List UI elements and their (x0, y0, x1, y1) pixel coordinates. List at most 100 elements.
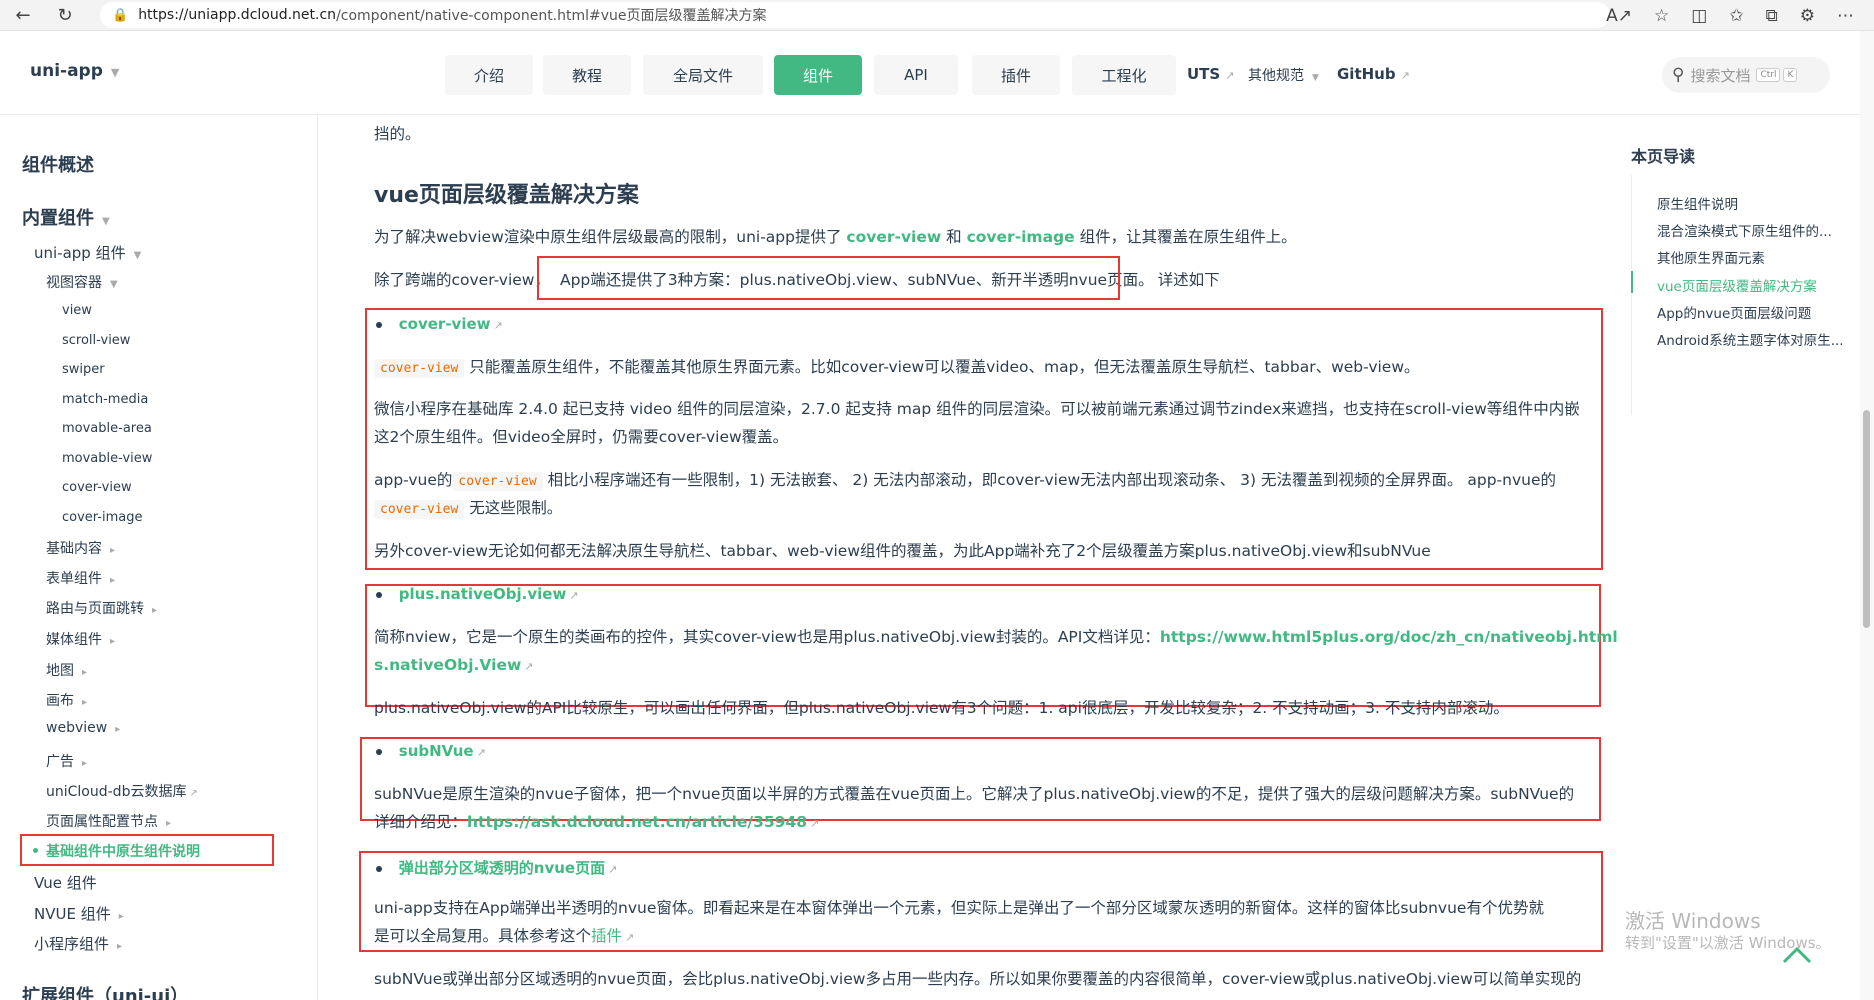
address-bar[interactable]: 🔒 https://uniapp.dcloud.net.cn/component… (100, 2, 1610, 28)
sidebar-item-unicloud-db[interactable]: uniCloud-db云数据库 ↗ (46, 781, 198, 801)
toc-item-active[interactable]: vue页面层级覆盖解决方案 (1657, 275, 1817, 295)
sidebar-item-native-component-notes[interactable]: 基础组件中原生组件说明 (33, 841, 200, 861)
sidebar-item-webview[interactable]: webview ▸ (46, 720, 120, 736)
plugin-link[interactable]: 插件 (591, 927, 622, 945)
favorite-star-icon[interactable]: ☆ (1654, 6, 1669, 26)
sidebar-item-movable-view[interactable]: movable-view (62, 451, 152, 466)
nav-tab-components[interactable]: 组件 (774, 55, 862, 95)
nav-link-other-specs[interactable]: 其他规范 ▼ (1248, 65, 1319, 85)
nav-tab-intro[interactable]: 介绍 (445, 55, 533, 95)
sidebar-item-form[interactable]: 表单组件 ▸ (46, 568, 115, 588)
nav-tab-tutorial[interactable]: 教程 (543, 55, 631, 95)
cover-image-link[interactable]: cover-image (967, 228, 1075, 246)
sidebar-item-swiper[interactable]: swiper (62, 362, 105, 377)
list-item: cover-view ↗ (376, 315, 503, 333)
read-aloud-icon[interactable]: A↗ (1606, 6, 1632, 26)
cover-view-link[interactable]: cover-view (846, 228, 941, 246)
subnvue-link[interactable]: subNVue (399, 742, 474, 760)
sidebar-item-ad[interactable]: 广告 ▸ (46, 751, 87, 771)
site-header: uni-app ▼ 介绍 教程 全局文件 组件 API 插件 工程化 UTS ↗ 其… (0, 31, 1860, 115)
sidebar: 组件概述 内置组件 ▼ uni-app 组件 ▼ 视图容器 ▼ view scroll… (0, 115, 318, 1000)
toc-item[interactable]: 其他原生界面元素 (1657, 247, 1765, 267)
search-input[interactable]: ⚲ 搜索文档 Ctrl K (1662, 57, 1830, 93)
sidebar-item-movable-area[interactable]: movable-area (62, 421, 152, 436)
text: 只能覆盖原生组件，不能覆盖其他原生界面元素。比如cover-view可以覆盖vi… (469, 358, 1420, 376)
text: 除了跨端的cover-view， (374, 271, 550, 289)
sidebar-item-mp-components[interactable]: 小程序组件 ▸ (34, 933, 122, 954)
sidebar-item-cover-image[interactable]: cover-image (62, 510, 143, 525)
cover-view-link[interactable]: cover-view (399, 315, 491, 333)
subnvue-article-link[interactable]: https://ask.dcloud.net.cn/article/35948 (467, 813, 807, 831)
paragraph: plus.nativeObj.view的API比较原生，可以画出任何界面，但pl… (374, 699, 1509, 717)
sidebar-item-media[interactable]: 媒体组件 ▸ (46, 629, 115, 649)
html5plus-doc-link[interactable]: s.nativeObj.View (374, 656, 521, 674)
sidebar-item-uniapp-components[interactable]: uni-app 组件 ▼ (34, 242, 141, 263)
sidebar-item-nvue-components[interactable]: NVUE 组件 ▸ (34, 903, 124, 924)
inline-code: cover-view (452, 472, 543, 491)
chevron-down-icon: ▼ (110, 66, 120, 79)
sidebar-item-vue-components[interactable]: Vue 组件 (34, 872, 97, 893)
favorites-icon[interactable]: ✩ (1729, 6, 1743, 26)
chevron-right-icon: ▸ (117, 941, 123, 952)
chevron-down-icon: ▼ (133, 250, 142, 261)
toc-title: 本页导读 (1631, 147, 1696, 166)
sidebar-label: 媒体组件 (46, 632, 102, 648)
sidebar-item-basic-content[interactable]: 基础内容 ▸ (46, 538, 115, 558)
scrollbar-thumb[interactable] (1863, 410, 1870, 628)
html5plus-doc-link[interactable]: https://www.html5plus.org/doc/zh_cn/nati… (1160, 628, 1619, 646)
back-arrow-icon[interactable]: ← (8, 0, 38, 30)
chevron-down-icon: ▼ (110, 279, 118, 290)
paragraph-line: app-vue的 cover-view 相比小程序端还有一些限制，1) 无法嵌套、… (374, 466, 1556, 496)
sidebar-item-canvas[interactable]: 画布 ▸ (46, 690, 87, 710)
section-heading: vue页面层级覆盖解决方案 (374, 183, 639, 208)
sidebar-item-navigation[interactable]: 路由与页面跳转 ▸ (46, 598, 157, 618)
url-path: /component/native-component.html#vue页面层级… (336, 8, 767, 24)
sidebar-item-scroll-view[interactable]: scroll-view (62, 333, 130, 348)
sidebar-item-view-container[interactable]: 视图容器 ▼ (46, 272, 118, 292)
paragraph-line: 是可以全局复用。具体参考这个插件 ↗ (374, 922, 634, 952)
refresh-icon[interactable]: ↻ (50, 0, 80, 30)
back-to-top-icon[interactable] (1782, 944, 1812, 964)
toc-item[interactable]: App的nvue页面层级问题 (1657, 302, 1811, 322)
sidebar-item-cover-view[interactable]: cover-view (62, 480, 132, 495)
shortcut-key: Ctrl (1756, 68, 1781, 82)
text: 简称nview，它是一个原生的类画布的控件，其实cover-view也是用plu… (374, 628, 1160, 646)
split-screen-icon[interactable]: ◫ (1691, 6, 1707, 26)
toc-item[interactable]: Android系统主题字体对原生... (1657, 329, 1844, 349)
sidebar-label: 画布 (46, 693, 74, 709)
other-specs-label: 其他规范 (1248, 68, 1304, 84)
paragraph: cover-view 只能覆盖原生组件，不能覆盖其他原生界面元素。比如cover… (374, 353, 1420, 383)
sidebar-item-match-media[interactable]: match-media (62, 392, 148, 407)
external-link-icon: ↗ (569, 589, 579, 602)
nav-tab-api[interactable]: API (874, 55, 958, 95)
brand-menu[interactable]: uni-app ▼ (30, 61, 119, 81)
translucent-nvue-link[interactable]: 弹出部分区域透明的nvue页面 (399, 859, 605, 877)
sidebar-item-page-config[interactable]: 页面属性配置节点 ▸ (46, 811, 171, 831)
nav-tab-engineering[interactable]: 工程化 (1072, 55, 1176, 95)
external-link-icon: ↗ (1400, 69, 1410, 82)
toc-item[interactable]: 混合渲染模式下原生组件的... (1657, 220, 1832, 240)
paragraph-line: cover-view 无这些限制。 (374, 494, 562, 524)
sidebar-label: 基础内容 (46, 541, 102, 557)
nav-link-github[interactable]: GitHub ↗ (1337, 65, 1410, 83)
nav-tab-plugins[interactable]: 插件 (972, 55, 1060, 95)
nav-tab-global-files[interactable]: 全局文件 (643, 55, 763, 95)
sidebar-item-view[interactable]: view (62, 303, 92, 318)
more-menu-icon[interactable]: ⋯ (1837, 6, 1854, 26)
search-icon: ⚲ (1672, 65, 1685, 85)
sidebar-item-ext-components[interactable]: 扩展组件（uni-ui） (22, 982, 188, 1000)
text: app-vue的 (374, 471, 453, 489)
plus-nativeobj-view-link[interactable]: plus.nativeObj.view (399, 585, 567, 603)
extensions-icon[interactable]: ⚙ (1800, 6, 1815, 26)
toc-item[interactable]: 原生组件说明 (1657, 193, 1738, 213)
sidebar-label: uni-app 组件 (34, 244, 126, 262)
sidebar-item-map[interactable]: 地图 ▸ (46, 660, 87, 680)
nav-link-uts[interactable]: UTS ↗ (1187, 65, 1234, 83)
sidebar-item-overview[interactable]: 组件概述 (22, 151, 94, 177)
external-link-icon: ↗ (608, 863, 618, 876)
sidebar-label: webview (46, 720, 108, 736)
paragraph: 除了跨端的cover-view， App端还提供了3种方案：plus.native… (374, 266, 1220, 294)
text: 组件，让其覆盖在原生组件上。 (1079, 228, 1297, 246)
sidebar-item-builtin[interactable]: 内置组件 ▼ (22, 204, 110, 230)
collections-icon[interactable]: ⧉ (1766, 6, 1778, 26)
